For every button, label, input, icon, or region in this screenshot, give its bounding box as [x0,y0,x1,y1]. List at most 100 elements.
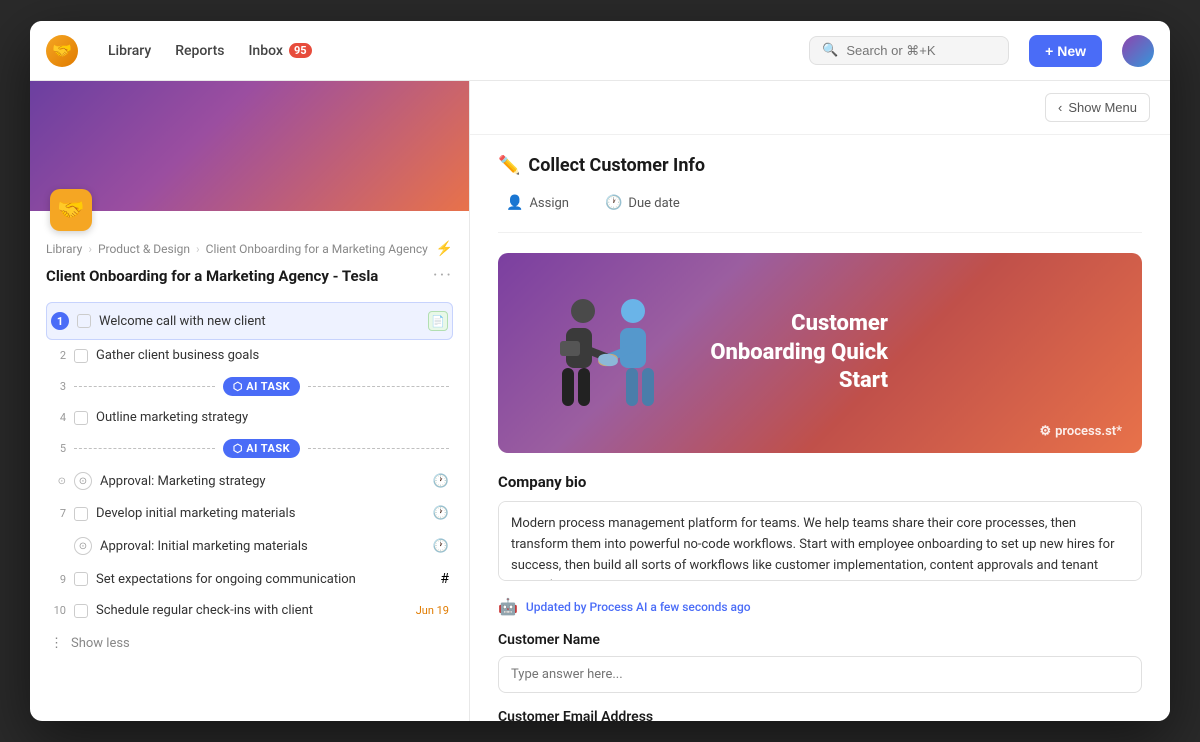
ai-robot-icon: 🤖 [498,597,518,616]
due-date-button[interactable]: 🕐 Due date [597,190,688,216]
task-item[interactable]: 2 Gather client business goals [46,340,453,371]
ai-update-row: 🤖 Updated by Process AI a few seconds ag… [498,597,1142,616]
lightning-icon: ⚡ [436,241,453,257]
ai-task-line-left [74,386,215,387]
process-st-logo-icon: ⚙ [1039,424,1051,439]
clock-badge-6: 🕐 [433,474,449,489]
show-menu-button[interactable]: ‹ Show Menu [1045,93,1150,122]
slack-badge-9: # [440,571,449,587]
show-less-label: Show less [71,636,130,651]
left-panel: 🤝 Library › Product & Design › Client On… [30,81,470,721]
task-checkbox-2[interactable] [74,349,88,363]
clock-badge-7: 🕐 [433,506,449,521]
task-meta-row: 👤 Assign 🕐 Due date [498,190,1142,233]
task-doc-badge-1: 📄 [428,311,448,331]
main-content: 🤝 Library › Product & Design › Client On… [30,81,1170,721]
right-panel-content: ✏️ Collect Customer Info 👤 Assign 🕐 Due … [470,135,1170,721]
process-st-logo-text: process.st* [1055,424,1122,439]
task-number-1: 1 [51,312,69,330]
task-detail-title: ✏️ Collect Customer Info [498,155,1142,176]
task-item[interactable]: 10 Schedule regular check-ins with clien… [46,595,453,626]
panel-title-row: Client Onboarding for a Marketing Agency… [46,265,453,286]
task-item[interactable]: ⊙ Approval: Initial marketing materials … [46,529,453,563]
customer-email-label: Customer Email Address [498,709,1142,721]
task-label-6: Approval: Marketing strategy [100,474,425,489]
panel-title: Client Onboarding for a Marketing Agency… [46,267,378,285]
panel-hero: 🤝 [30,81,469,211]
task-list: 1 Welcome call with new client 📄 2 Gathe… [46,302,453,626]
customer-name-label: Customer Name [498,632,1142,648]
new-button-label: + New [1045,43,1086,59]
reports-nav-link[interactable]: Reports [165,37,234,65]
task-label-9: Set expectations for ongoing communicati… [96,572,432,587]
ai-update-text: Updated by Process AI a few seconds ago [526,600,751,614]
task-item[interactable]: 9 Set expectations for ongoing communica… [46,563,453,595]
onboarding-image-text: Customer Onboarding Quick Start [688,310,888,396]
clock-badge-8: 🕐 [433,539,449,554]
due-date-label: Due date [628,196,679,211]
panel-body: Library › Product & Design › Client Onbo… [30,211,469,721]
task-item[interactable]: ⊙ ⊙ Approval: Marketing strategy 🕐 [46,464,453,498]
task-checkbox-7[interactable] [74,507,88,521]
ai-task-row-5: 5 ⬡ AI TASK [46,433,453,464]
new-button[interactable]: + New [1029,35,1102,67]
task-title-text: Collect Customer Info [528,155,705,176]
top-navigation: 🤝 Library Reports Inbox 95 🔍 + New [30,21,1170,81]
assign-button[interactable]: 👤 Assign [498,190,577,216]
task-item[interactable]: 4 Outline marketing strategy [46,402,453,433]
task-number-7: 7 [50,507,66,520]
search-icon: 🔍 [822,43,838,58]
task-number-10: 10 [50,604,66,617]
task-label-4: Outline marketing strategy [96,410,449,425]
breadcrumb-sep-2: › [196,242,200,256]
task-checkbox-10[interactable] [74,604,88,618]
show-menu-label: Show Menu [1068,100,1137,115]
ai-task-row-3: 3 ⬡ AI TASK [46,371,453,402]
assign-label: Assign [529,196,569,211]
task-number-4: 4 [50,411,66,424]
task-number-5: 5 [50,442,66,455]
ai-task-line-right [308,386,449,387]
ai-task-line-left-5 [74,448,215,449]
breadcrumb-library[interactable]: Library [46,242,82,256]
company-bio-textarea[interactable]: Modern process management platform for t… [498,501,1142,581]
onboarding-image: Customer Onboarding Quick Start ⚙ proces… [498,253,1142,453]
task-checkbox-1[interactable] [77,314,91,328]
customer-name-input[interactable] [498,656,1142,693]
app-logo[interactable]: 🤝 [46,35,78,67]
search-bar[interactable]: 🔍 [809,36,1009,65]
task-item[interactable]: 1 Welcome call with new client 📄 [46,302,453,340]
show-less-icon: ⋮ [50,636,63,651]
nav-links: Library Reports Inbox 95 [98,37,322,65]
search-input[interactable] [846,43,996,58]
person-icon: 👤 [506,195,523,211]
show-less-button[interactable]: ⋮ Show less [46,626,453,655]
task-date-10: Jun 19 [416,604,449,617]
breadcrumb-sep-1: › [88,242,92,256]
inbox-badge: 95 [289,43,312,58]
task-label-7: Develop initial marketing materials [96,506,425,521]
task-item[interactable]: 7 Develop initial marketing materials 🕐 [46,498,453,529]
task-checkbox-9[interactable] [74,572,88,586]
company-bio-section-title: Company bio [498,473,1142,491]
panel-menu-button[interactable]: ··· [433,265,453,286]
task-label-2: Gather client business goals [96,348,449,363]
user-avatar[interactable] [1122,35,1154,67]
breadcrumb-product-design[interactable]: Product & Design [98,242,190,256]
breadcrumb-workflow[interactable]: Client Onboarding for a Marketing Agency [206,242,428,256]
onboarding-image-content: Customer Onboarding Quick Start [688,310,1112,396]
library-nav-link[interactable]: Library [98,37,161,65]
handshake-illustration [528,273,688,433]
task-label-1: Welcome call with new client [99,314,420,329]
panel-hero-icon: 🤝 [50,189,92,231]
task-label-10: Schedule regular check-ins with client [96,603,408,618]
breadcrumb: Library › Product & Design › Client Onbo… [46,241,453,257]
task-number-2: 2 [50,349,66,362]
ai-task-badge-5: ⬡ AI TASK [223,439,300,458]
clock-icon: 🕐 [605,195,622,211]
inbox-nav-link[interactable]: Inbox 95 [238,37,321,65]
task-number-3: 3 [50,380,66,393]
task-checkbox-4[interactable] [74,411,88,425]
ai-task-badge-3: ⬡ AI TASK [223,377,300,396]
ai-task-line-right-5 [308,448,449,449]
